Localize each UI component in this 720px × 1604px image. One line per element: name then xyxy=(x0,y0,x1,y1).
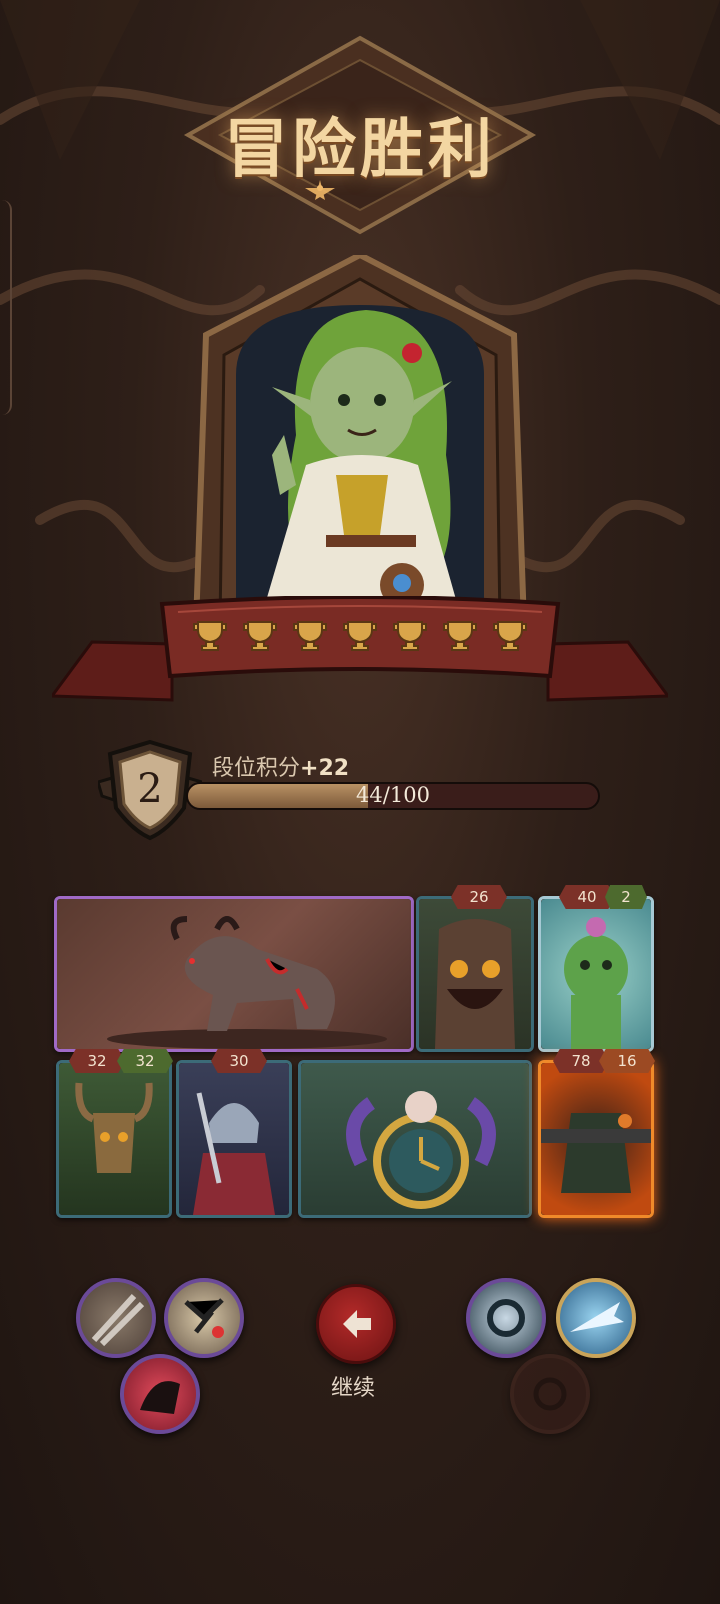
unit-card-cannon[interactable]: 78 16 xyxy=(538,1049,655,1218)
stat-badge-secondary: 2 xyxy=(605,885,647,909)
scroll-burst-icon xyxy=(184,1298,224,1338)
swords-icon xyxy=(91,1293,145,1347)
trophy-icon xyxy=(193,621,227,651)
hero-portrait xyxy=(192,255,528,628)
ice-blade-icon xyxy=(570,1302,624,1332)
continue-label: 继续 xyxy=(330,1376,375,1401)
unit-card-druid[interactable]: 32 32 xyxy=(56,1049,173,1218)
rank-progress-text: 44/100 xyxy=(356,783,430,807)
sun-sigil-icon xyxy=(533,1377,567,1411)
rank-label-text: 段位积分 xyxy=(212,756,301,781)
skill-beast-button[interactable] xyxy=(120,1354,200,1434)
skill-vortex-button[interactable] xyxy=(466,1278,546,1358)
clock-bunny-art xyxy=(301,1063,529,1215)
unit-card-totem[interactable]: 26 xyxy=(416,885,534,1052)
rank-gain: +22 xyxy=(300,756,350,781)
knight-art xyxy=(179,1063,289,1215)
druid-art xyxy=(59,1063,169,1215)
trophy-icon xyxy=(443,621,477,651)
unit-card-knight[interactable]: 30 xyxy=(176,1049,292,1218)
rank-points-label: 段位积分+22 xyxy=(212,750,349,782)
cannon-art xyxy=(541,1063,651,1215)
trophy-icon xyxy=(393,621,427,651)
wildebeest-icon xyxy=(107,916,387,1049)
totem-art xyxy=(419,899,531,1049)
trophy-icon xyxy=(493,621,527,651)
victory-title: 冒险胜利 xyxy=(224,113,496,187)
unit-card-cactus[interactable]: 40 2 xyxy=(538,885,654,1052)
continue-button[interactable] xyxy=(316,1284,396,1364)
stat-badge: 32 xyxy=(69,1049,125,1073)
skill-locked-button xyxy=(510,1354,590,1434)
side-edge xyxy=(0,200,12,415)
trophy-icon xyxy=(343,621,377,651)
stat-badge: 26 xyxy=(451,885,507,909)
wildebeest-art xyxy=(57,899,411,1049)
skill-ice-button[interactable] xyxy=(556,1278,636,1358)
knight-icon xyxy=(193,1092,275,1215)
stat-badge: 30 xyxy=(211,1049,267,1073)
cannon-icon xyxy=(541,1113,651,1193)
shadow-beast-icon xyxy=(140,1381,180,1414)
arrow-left-icon xyxy=(343,1310,371,1338)
stat-badge-secondary: 32 xyxy=(117,1049,173,1073)
trophy-icon xyxy=(293,621,327,651)
clock-icon xyxy=(346,1091,496,1209)
horned-mask-icon xyxy=(75,1082,153,1173)
totem-icon xyxy=(435,919,515,1049)
skill-swords-button[interactable] xyxy=(76,1278,156,1358)
cactus-icon xyxy=(564,917,628,1049)
stat-badge-secondary: 16 xyxy=(599,1049,655,1073)
trophy-row xyxy=(190,616,530,662)
unit-card-wildebeest[interactable] xyxy=(54,896,414,1052)
unit-card-clock-bunny[interactable] xyxy=(298,1060,532,1218)
vortex-icon xyxy=(487,1299,525,1337)
trophy-icon xyxy=(243,621,277,651)
skill-scroll-button[interactable] xyxy=(164,1278,244,1358)
cactus-art xyxy=(541,899,651,1049)
